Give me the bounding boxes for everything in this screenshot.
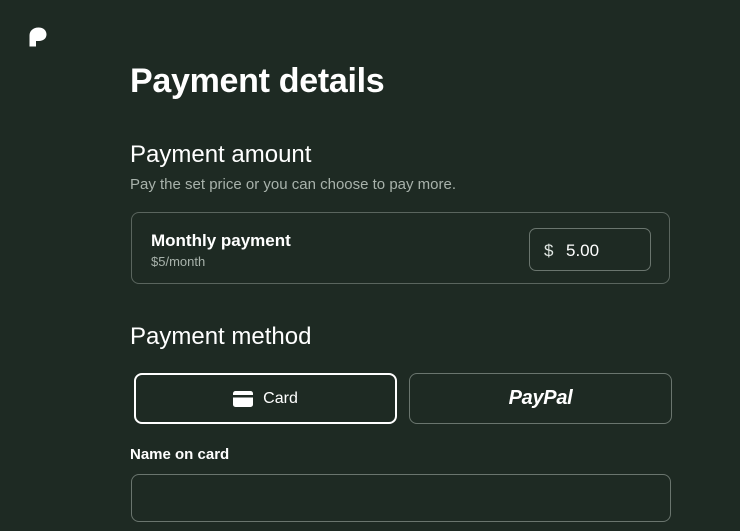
card-method-button[interactable]: Card (134, 373, 397, 424)
payment-method-title: Payment method (130, 323, 312, 350)
paypal-method-button[interactable]: PayPal (409, 373, 672, 424)
name-on-card-label: Name on card (130, 446, 230, 463)
monthly-payment-option: Monthly payment $5/month $ 5.00 (131, 212, 670, 284)
credit-card-icon (233, 390, 254, 407)
monthly-payment-price: $5/month (151, 254, 206, 269)
patreon-logo-icon[interactable] (29, 27, 47, 47)
payment-amount-title: Payment amount (130, 141, 312, 168)
monthly-payment-label: Monthly payment (151, 231, 291, 250)
payment-amount-subtitle: Pay the set price or you can choose to p… (130, 176, 457, 193)
payment-page: Payment details Payment amount Pay the s… (0, 0, 740, 531)
page-title: Payment details (130, 62, 385, 100)
currency-symbol: $ (544, 241, 554, 260)
paypal-logo: PayPal (508, 387, 573, 409)
name-on-card-input[interactable] (131, 474, 671, 522)
card-method-label: Card (263, 389, 298, 407)
payment-amount-input[interactable]: $ 5.00 (529, 228, 651, 271)
payment-amount-value[interactable]: 5.00 (566, 241, 599, 261)
